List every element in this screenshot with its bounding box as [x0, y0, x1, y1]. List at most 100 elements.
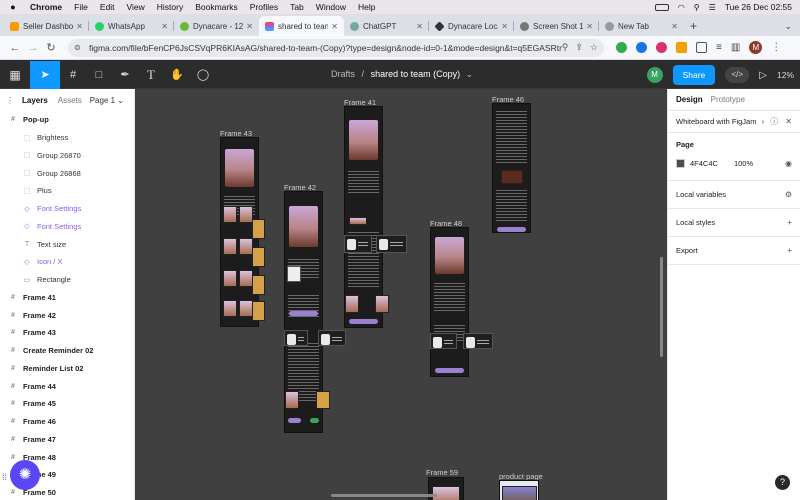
tab-dynacare-locations[interactable]: Dynacare Loca... ✕	[429, 16, 514, 36]
tab-chatgpt[interactable]: ChatGPT ✕	[344, 16, 429, 36]
layer-item[interactable]: # Pop-up	[0, 111, 134, 129]
menu-window[interactable]: Window	[316, 2, 346, 12]
share-button[interactable]: Share	[672, 65, 716, 85]
thumbnail[interactable]	[463, 333, 493, 349]
close-icon[interactable]: ✕	[246, 22, 253, 31]
chevron-down-icon[interactable]: ⌄	[466, 69, 474, 79]
eye-icon[interactable]: ◉	[785, 159, 792, 168]
new-tab-plus-icon[interactable]: +	[690, 16, 697, 36]
thumbnail[interactable]	[252, 247, 265, 267]
thumbnail[interactable]	[318, 330, 346, 346]
tab-search-chevron-down-icon[interactable]: ⌄	[784, 16, 792, 36]
share-icon[interactable]: ⇪	[575, 42, 583, 53]
menu-tab[interactable]: Tab	[290, 2, 304, 12]
ai-assistant-button[interactable]: ✺	[10, 460, 40, 490]
thumbnail[interactable]	[375, 295, 389, 313]
shape-tool-icon[interactable]: □	[86, 61, 112, 89]
extension-green-icon[interactable]	[616, 42, 627, 53]
frame-label-59[interactable]: Frame 59	[426, 468, 458, 477]
layer-item[interactable]: # Create Reminder 02	[0, 342, 134, 360]
close-icon[interactable]: ✕	[416, 22, 423, 31]
layer-item[interactable]: # Frame 46	[0, 413, 134, 431]
menu-history[interactable]: History	[157, 2, 183, 12]
panel-toggle-icon[interactable]: ⋮	[6, 96, 14, 105]
export-section[interactable]: Export +	[668, 237, 800, 265]
layer-item[interactable]: # Frame 44	[0, 377, 134, 395]
page-color-value[interactable]: 4F4C4C	[690, 159, 718, 168]
address-bar[interactable]: ⊜ figma.com/file/bFenCP6JsCSVqPR6KIAsAG/…	[68, 38, 604, 57]
tab-assets[interactable]: Assets	[58, 96, 82, 105]
back-arrow-icon[interactable]: ←	[6, 42, 24, 54]
apple-menu-icon[interactable]: ●	[6, 2, 20, 12]
layer-item[interactable]: ⬚ Group 26870	[0, 147, 134, 165]
dev-mode-toggle-icon[interactable]: </>	[725, 67, 750, 83]
reload-icon[interactable]: ↻	[42, 41, 60, 54]
file-name[interactable]: shared to team (Copy)	[371, 69, 461, 79]
clock[interactable]: Tue 26 Dec 02:55	[725, 2, 792, 12]
layer-item[interactable]: # Frame 41	[0, 289, 134, 307]
tab-shared-to-team[interactable]: shared to team ✕	[259, 16, 344, 36]
vertical-scrollbar[interactable]	[660, 257, 663, 357]
horizontal-scrollbar[interactable]	[331, 494, 437, 497]
close-icon[interactable]: ✕	[785, 117, 792, 126]
thumbnail[interactable]	[344, 235, 372, 253]
move-tool-icon[interactable]: ➤	[30, 60, 60, 89]
menu-file[interactable]: File	[74, 2, 88, 12]
breadcrumb-drafts[interactable]: Drafts	[331, 69, 355, 79]
text-tool-icon[interactable]: T	[138, 61, 164, 89]
frame-tool-icon[interactable]: #	[60, 61, 86, 89]
side-panel-icon[interactable]: ▥	[731, 42, 740, 53]
thumbnail[interactable]	[252, 219, 265, 239]
add-export-plus-icon[interactable]: +	[787, 246, 792, 255]
layer-item[interactable]: # Frame 45	[0, 395, 134, 413]
user-avatar[interactable]: M	[646, 67, 663, 83]
tab-dynacare[interactable]: Dynacare - 12... ✕	[174, 16, 259, 36]
reading-list-icon[interactable]: ≡	[716, 42, 722, 53]
thumbnail[interactable]	[376, 235, 407, 253]
site-info-icon[interactable]: ⊜	[74, 43, 84, 52]
layer-item[interactable]: ◇ Font Settings	[0, 200, 134, 218]
help-button[interactable]: ?	[775, 475, 790, 490]
present-play-icon[interactable]: ▷	[759, 70, 767, 81]
tab-prototype[interactable]: Prototype	[711, 95, 745, 104]
extension-orange-icon[interactable]	[676, 42, 687, 53]
figma-main-menu-icon[interactable]: ▦	[0, 61, 30, 89]
close-icon[interactable]: ✕	[161, 22, 168, 31]
local-styles-section[interactable]: Local styles +	[668, 209, 800, 237]
layer-item[interactable]: ⬚ Brightess	[0, 129, 134, 147]
whiteboard-banner[interactable]: Whiteboard with FigJam › ⓘ ✕	[668, 111, 800, 133]
chrome-menu-icon[interactable]: ⋮	[771, 42, 781, 53]
layer-item[interactable]: ⬚ Plus	[0, 182, 134, 200]
menu-view[interactable]: View	[126, 2, 144, 12]
help-circle-icon[interactable]: ⓘ	[770, 116, 778, 127]
tab-new-tab[interactable]: New Tab ✕	[599, 16, 684, 36]
layer-item[interactable]: ▭ Rectangle	[0, 271, 134, 289]
tab-whatsapp[interactable]: WhatsApp ✕	[89, 16, 174, 36]
layer-item[interactable]: T Text size	[0, 235, 134, 253]
url-text[interactable]: figma.com/file/bFenCP6JsCSVqPR6KIAsAG/sh…	[89, 43, 562, 53]
thumbnail[interactable]	[345, 295, 359, 313]
page-opacity[interactable]: 100%	[734, 159, 753, 168]
frame-46[interactable]	[492, 103, 531, 233]
chevron-right-icon[interactable]: ›	[761, 117, 764, 126]
menu-app-name[interactable]: Chrome	[30, 2, 62, 12]
menu-help[interactable]: Help	[358, 2, 375, 12]
thumbnail[interactable]	[284, 330, 308, 346]
control-center-icon[interactable]: ☰	[709, 3, 716, 12]
extensions-puzzle-icon[interactable]	[696, 42, 707, 53]
thumbnail[interactable]	[252, 301, 265, 321]
page-color-swatch[interactable]	[676, 158, 685, 168]
wifi-icon[interactable]: ◠	[678, 3, 685, 12]
drag-handle-icon[interactable]: ⁞⁞	[2, 472, 7, 482]
variables-settings-icon[interactable]: ⚙	[785, 190, 792, 199]
frame-48[interactable]	[430, 227, 469, 377]
layer-item[interactable]: ◇ Icon / X	[0, 253, 134, 271]
layer-item[interactable]: ⬚ Group 26868	[0, 164, 134, 182]
zoom-level[interactable]: 12%	[777, 70, 794, 80]
thumbnail[interactable]	[316, 391, 330, 409]
close-icon[interactable]: ✕	[501, 22, 508, 31]
layer-item[interactable]: # Reminder List 02	[0, 360, 134, 378]
thumbnail[interactable]	[252, 275, 265, 295]
close-icon[interactable]: ✕	[586, 22, 593, 31]
close-icon[interactable]: ✕	[76, 22, 83, 31]
